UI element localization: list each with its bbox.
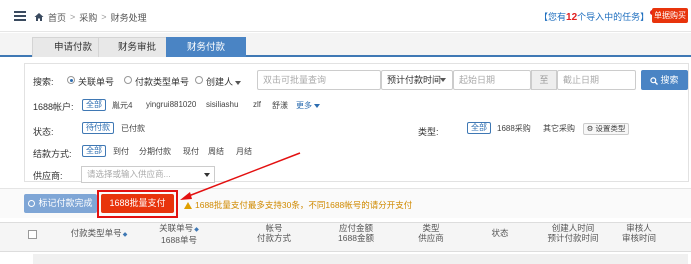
set-type-button[interactable]: ⚙ 设置类型	[583, 123, 629, 135]
column-header-status: 状态	[491, 228, 509, 238]
status-label: 状态:	[33, 127, 54, 137]
supplier-label: 供应商:	[33, 171, 63, 181]
settlement-cod[interactable]: 到付	[113, 146, 129, 157]
time-type-value: 预计付款时间	[387, 75, 442, 85]
batch-pay-warning-text: 1688批量支付最多支持30条，不同1688帐号的请分开支付	[195, 200, 413, 210]
mark-payment-done-button[interactable]: 标记付款完成	[24, 194, 97, 213]
breadcrumb: 首页 > 采购 > 财务处理	[34, 10, 147, 24]
chevron-down-icon	[440, 78, 446, 82]
column-header-label: 帐号	[265, 223, 283, 233]
settlement-all[interactable]: 全部	[82, 145, 106, 157]
settlement-monthly[interactable]: 月结	[236, 146, 252, 157]
set-type-label: 设置类型	[595, 124, 626, 133]
option-related-number[interactable]: 关联单号	[78, 75, 114, 88]
type-1688[interactable]: 1688采购	[497, 123, 531, 134]
column-header-amount: 应付金额 1688金额	[331, 223, 381, 243]
tab-finance-payment[interactable]: 财务付款	[166, 37, 246, 57]
gear-icon: ⚙	[586, 124, 594, 133]
column-header-sublabel: 1688金额	[338, 233, 374, 243]
sort-icon: ◆	[194, 227, 199, 233]
batch-pay-warning: 1688批量支付最多支持30条，不同1688帐号的请分开支付	[184, 199, 412, 211]
type-all[interactable]: 全部	[467, 122, 491, 134]
start-date-input[interactable]: 起始日期	[453, 70, 531, 90]
select-all-checkbox[interactable]	[28, 230, 37, 239]
chevron-down-icon	[235, 80, 242, 85]
settlement-weekly[interactable]: 周结	[208, 146, 224, 157]
column-header-sublabel: 1688单号	[161, 235, 197, 245]
batch-pay-1688-button[interactable]: 1688批量支付	[101, 194, 174, 213]
breadcrumb-separator: >	[101, 12, 107, 22]
supplier-select[interactable]: 请选择或输入供应商...	[81, 166, 215, 183]
column-header-type: 类型 供应商	[406, 223, 456, 243]
account-item[interactable]: zlf	[253, 100, 261, 109]
sort-icon: ◆	[122, 232, 128, 238]
table-row	[33, 254, 688, 264]
account-item[interactable]: yingrui881020	[146, 100, 196, 109]
column-header-label: 审核人	[626, 223, 652, 233]
time-type-select[interactable]: 预计付款时间	[381, 70, 453, 90]
chevron-down-icon	[314, 103, 320, 108]
search-button-label: 搜索	[660, 75, 679, 85]
tab-bar: 申请付款 财务审批 财务付款	[0, 33, 691, 57]
task-prefix: 【您有	[539, 12, 567, 22]
column-header-related-number[interactable]: 关联单号◆ 1688单号	[150, 223, 208, 245]
column-header-label: 付款类型单号	[70, 228, 122, 238]
buy-documents-button[interactable]: 单据购买	[652, 8, 688, 23]
warning-icon	[184, 202, 192, 209]
account-label: 1688帐户:	[33, 102, 74, 112]
account-all[interactable]: 全部	[82, 99, 106, 111]
breadcrumb-separator: >	[70, 12, 76, 22]
status-paid[interactable]: 已付款	[121, 123, 145, 134]
settlement-cash[interactable]: 现付	[183, 146, 199, 157]
top-bar: 首页 > 采购 > 财务处理 【您有12个导入中的任务】 单据购买	[0, 0, 691, 32]
breadcrumb-finance: 财务处理	[110, 12, 147, 23]
search-button[interactable]: 搜索	[641, 70, 688, 90]
status-pending[interactable]: 待付款	[82, 122, 114, 134]
column-header-label: 应付金额	[338, 223, 373, 233]
import-task-notice[interactable]: 【您有12个导入中的任务】	[539, 10, 656, 23]
supplier-placeholder: 请选择或输入供应商...	[87, 169, 171, 179]
breadcrumb-purchase[interactable]: 采购	[79, 11, 97, 24]
tab-finance-approval[interactable]: 财务审批	[98, 37, 176, 57]
breadcrumb-home[interactable]: 首页	[48, 11, 66, 24]
task-count: 12	[566, 12, 578, 23]
option-creator-label: 创建人	[206, 77, 234, 87]
option-payment-type-number[interactable]: 付款类型单号	[135, 75, 189, 88]
column-header-label: 类型	[422, 223, 440, 233]
column-header-sublabel: 预计付款时间	[547, 233, 599, 243]
chevron-down-icon	[204, 173, 210, 177]
menu-icon[interactable]	[14, 11, 26, 21]
mark-payment-done-label: 标记付款完成	[38, 198, 93, 208]
radio-creator[interactable]	[195, 76, 203, 84]
column-header-sublabel: 付款方式	[256, 233, 291, 243]
settlement-label: 结款方式:	[33, 149, 72, 159]
column-header-account: 帐号 付款方式	[250, 223, 298, 243]
settlement-installment[interactable]: 分期付款	[139, 146, 171, 157]
search-icon	[650, 76, 659, 85]
radio-payment-type-number[interactable]	[124, 76, 132, 84]
column-header-payment-type-number[interactable]: 付款类型单号◆	[64, 228, 134, 240]
accounts-more-label: 更多	[296, 101, 312, 110]
account-item[interactable]: 胤元4	[112, 100, 132, 111]
account-item[interactable]: 舒漾	[272, 100, 288, 111]
type-label: 类型:	[418, 127, 439, 137]
home-icon	[34, 13, 44, 21]
search-label: 搜索:	[33, 77, 54, 87]
task-suffix: 个导入中的任务】	[577, 12, 650, 22]
column-header-label: 关联单号	[159, 223, 194, 233]
column-header-reviewer: 审核人 审核时间	[615, 223, 663, 243]
option-creator[interactable]: 创建人	[206, 75, 242, 88]
check-circle-icon	[28, 200, 36, 207]
radio-related-number[interactable]	[67, 76, 75, 84]
column-header-label: 创建人时间	[551, 223, 595, 233]
column-header-created: 创建人时间 预计付款时间	[538, 223, 608, 243]
date-range-separator: 至	[531, 70, 557, 90]
end-date-input[interactable]: 截止日期	[557, 70, 636, 90]
column-header-sublabel: 供应商	[418, 233, 444, 243]
batch-query-input[interactable]: 双击可批量查询	[257, 70, 381, 90]
accounts-more-link[interactable]: 更多	[296, 100, 320, 111]
type-other[interactable]: 其它采购	[543, 123, 575, 134]
column-header-sublabel: 审核时间	[621, 233, 656, 243]
account-item[interactable]: sisiliashu	[206, 100, 238, 109]
